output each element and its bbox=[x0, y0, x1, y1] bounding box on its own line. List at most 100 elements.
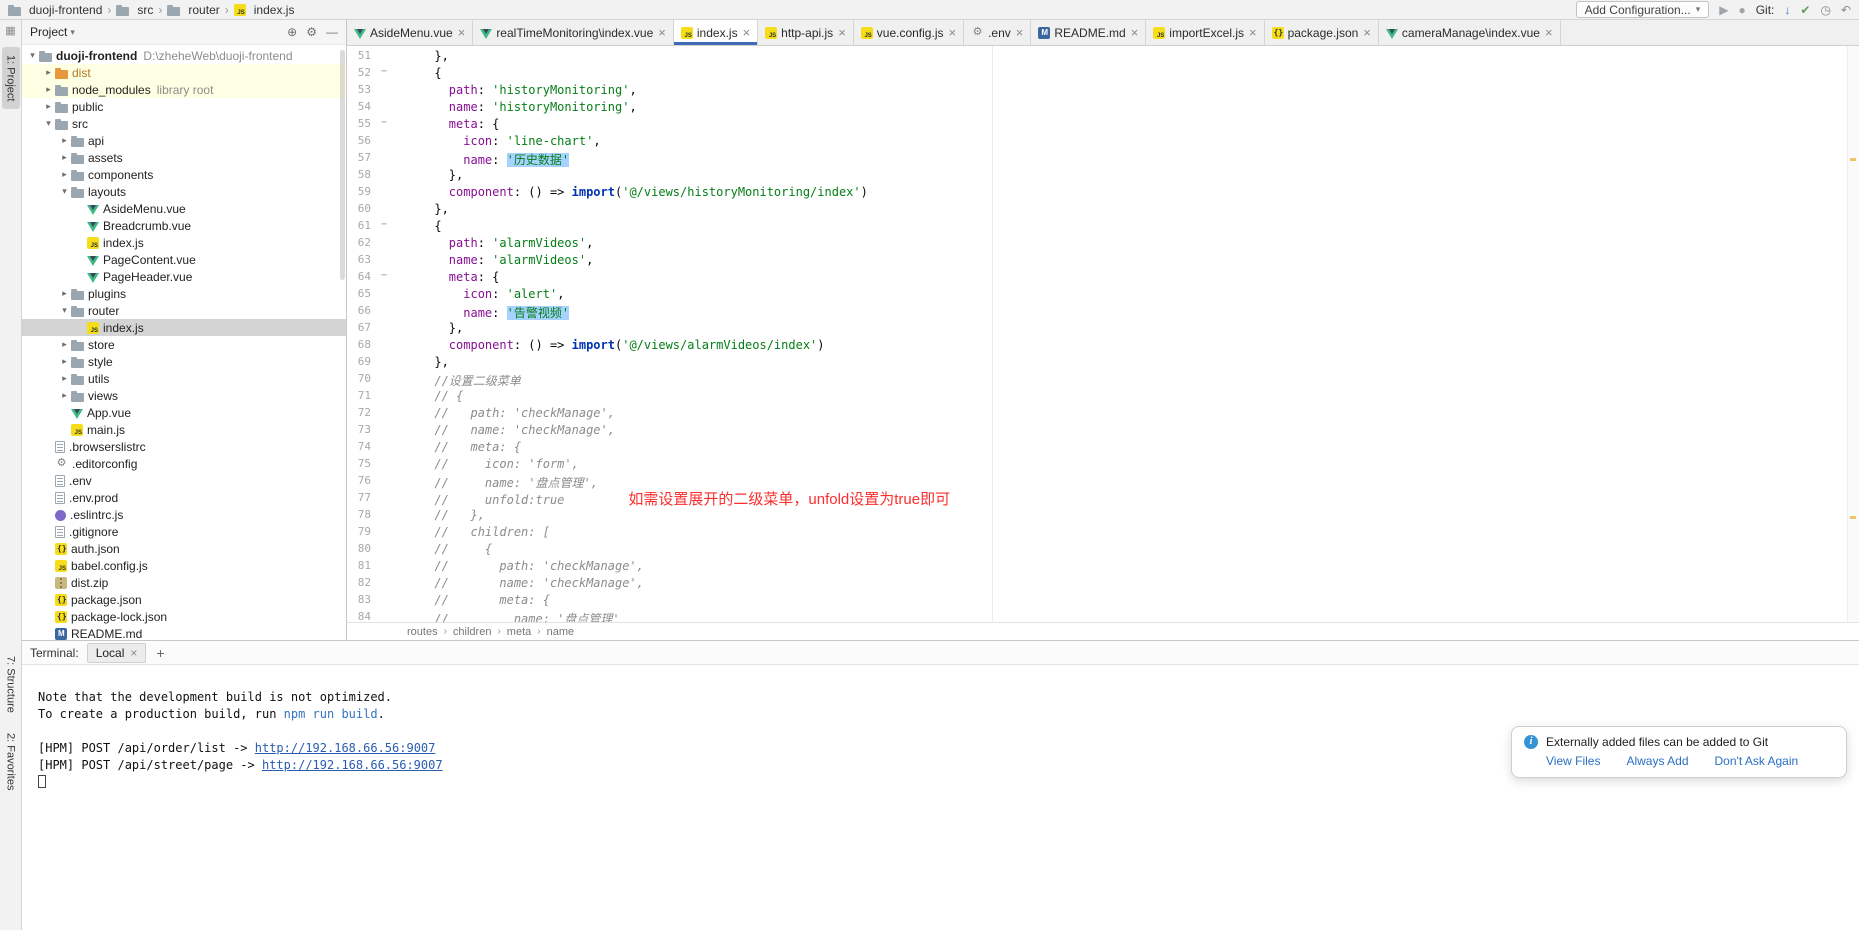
rollback-icon[interactable]: ↶ bbox=[1841, 4, 1851, 16]
close-tab-icon[interactable]: × bbox=[1249, 26, 1257, 39]
run-icon[interactable]: ▶ bbox=[1719, 4, 1728, 16]
tree-item-src[interactable]: ▾src bbox=[22, 115, 346, 132]
tree-item-dist[interactable]: ▸dist bbox=[22, 64, 346, 81]
editor-breadcrumb-children[interactable]: children bbox=[453, 626, 492, 638]
notification-action-view-files[interactable]: View Files bbox=[1546, 754, 1600, 768]
tree-item-style[interactable]: ▸style bbox=[22, 353, 346, 370]
breadcrumb-item-router[interactable]: router bbox=[167, 3, 219, 17]
fold-marker-icon[interactable]: − bbox=[377, 66, 391, 83]
chevron-right-icon[interactable]: ▸ bbox=[42, 84, 55, 95]
chevron-right-icon[interactable]: ▸ bbox=[58, 373, 71, 384]
chevron-down-icon[interactable]: ▾ bbox=[58, 305, 71, 316]
chevron-right-icon[interactable]: ▸ bbox=[58, 356, 71, 367]
tree-item-public[interactable]: ▸public bbox=[22, 98, 346, 115]
tool-window-favorites-button[interactable]: 2: Favorites bbox=[2, 725, 20, 798]
fold-marker-icon[interactable]: − bbox=[377, 117, 391, 134]
close-tab-icon[interactable]: × bbox=[1545, 26, 1553, 39]
tab-realtimemonitoring-index-vue[interactable]: realTimeMonitoring\index.vue× bbox=[473, 20, 674, 45]
tree-item-plugins[interactable]: ▸plugins bbox=[22, 285, 346, 302]
close-tab-icon[interactable]: × bbox=[948, 26, 956, 39]
close-tab-icon[interactable]: × bbox=[838, 26, 846, 39]
tab-vue-config-js[interactable]: vue.config.js× bbox=[854, 20, 964, 45]
tool-window-switcher-icon[interactable]: ▦ bbox=[5, 24, 15, 37]
terminal-link[interactable]: http://192.168.66.56:9007 bbox=[262, 758, 443, 772]
tree-item-index-js[interactable]: index.js bbox=[22, 234, 346, 251]
chevron-right-icon[interactable]: ▸ bbox=[58, 339, 71, 350]
breadcrumb-item-src[interactable]: src bbox=[116, 3, 153, 17]
project-view-selector[interactable]: Project ▾ bbox=[30, 25, 75, 39]
notification-action-always-add[interactable]: Always Add bbox=[1626, 754, 1688, 768]
close-tab-icon[interactable]: × bbox=[458, 26, 466, 39]
tree-item-asidemenu-vue[interactable]: AsideMenu.vue bbox=[22, 200, 346, 217]
tree-item-store[interactable]: ▸store bbox=[22, 336, 346, 353]
chevron-right-icon[interactable]: ▸ bbox=[58, 390, 71, 401]
chevron-right-icon[interactable]: ▸ bbox=[58, 169, 71, 180]
terminal-link[interactable]: http://192.168.66.56:9007 bbox=[255, 741, 436, 755]
tab-readme-md[interactable]: README.md× bbox=[1031, 20, 1146, 45]
chevron-right-icon[interactable]: ▸ bbox=[58, 288, 71, 299]
tool-window-project-button[interactable]: 1: Project bbox=[2, 47, 20, 109]
breadcrumb-item-duoji-frontend[interactable]: duoji-frontend bbox=[8, 3, 102, 17]
tree-item-layouts[interactable]: ▾layouts bbox=[22, 183, 346, 200]
breadcrumb-item-index-js[interactable]: index.js bbox=[234, 3, 295, 17]
tree-item-babel-config-js[interactable]: babel.config.js bbox=[22, 557, 346, 574]
tree-item-main-js[interactable]: main.js bbox=[22, 421, 346, 438]
tab-asidemenu-vue[interactable]: AsideMenu.vue× bbox=[347, 20, 473, 45]
tree-item-node-modules[interactable]: ▸node_moduleslibrary root bbox=[22, 81, 346, 98]
tree-item-api[interactable]: ▸api bbox=[22, 132, 346, 149]
tree-item-views[interactable]: ▸views bbox=[22, 387, 346, 404]
tree-item-assets[interactable]: ▸assets bbox=[22, 149, 346, 166]
tree-item-readme-md[interactable]: README.md bbox=[22, 625, 346, 640]
tree-item-router[interactable]: ▾router bbox=[22, 302, 346, 319]
tree-item-env[interactable]: .env bbox=[22, 472, 346, 489]
editor[interactable]: 51 },52− {53 path: 'historyMonitoring',5… bbox=[347, 46, 1859, 622]
close-tab-icon[interactable]: × bbox=[1016, 26, 1024, 39]
tree-item-gitignore[interactable]: .gitignore bbox=[22, 523, 346, 540]
tree-item-package-json[interactable]: package.json bbox=[22, 591, 346, 608]
chevron-right-icon[interactable]: ▸ bbox=[42, 101, 55, 112]
history-icon[interactable]: ◷ bbox=[1820, 4, 1830, 16]
tool-window-structure-button[interactable]: 7: Structure bbox=[2, 648, 20, 721]
locate-file-icon[interactable]: ⊕ bbox=[287, 25, 297, 39]
update-project-icon[interactable]: ↓ bbox=[1784, 4, 1790, 16]
close-tab-icon[interactable]: × bbox=[1131, 26, 1139, 39]
tab-importexcel-js[interactable]: importExcel.js× bbox=[1146, 20, 1264, 45]
tree-item-browserslistrc[interactable]: .browserslistrc bbox=[22, 438, 346, 455]
fold-marker-icon[interactable]: − bbox=[377, 219, 391, 236]
terminal-output[interactable]: Note that the development build is not o… bbox=[22, 665, 1859, 930]
close-tab-icon[interactable]: × bbox=[658, 26, 666, 39]
new-terminal-button[interactable]: + bbox=[156, 645, 164, 661]
tree-item-index-js[interactable]: index.js bbox=[22, 319, 346, 336]
chevron-right-icon[interactable]: ▸ bbox=[42, 67, 55, 78]
commit-icon[interactable]: ✔ bbox=[1800, 4, 1810, 16]
tab-http-api-js[interactable]: http-api.js× bbox=[758, 20, 854, 45]
chevron-down-icon[interactable]: ▾ bbox=[42, 118, 55, 129]
tree-item-app-vue[interactable]: App.vue bbox=[22, 404, 346, 421]
chevron-right-icon[interactable]: ▸ bbox=[58, 152, 71, 163]
chevron-down-icon[interactable]: ▾ bbox=[58, 186, 71, 197]
tab-index-js[interactable]: index.js× bbox=[674, 20, 758, 45]
tab-env[interactable]: .env× bbox=[964, 20, 1031, 45]
add-configuration-button[interactable]: Add Configuration... ▾ bbox=[1576, 1, 1710, 18]
tree-item-components[interactable]: ▸components bbox=[22, 166, 346, 183]
tree-item-package-lock-json[interactable]: package-lock.json bbox=[22, 608, 346, 625]
tree-item-duoji-frontend[interactable]: ▾duoji-frontendD:\zheheWeb\duoji-fronten… bbox=[22, 47, 346, 64]
chevron-right-icon[interactable]: ▸ bbox=[58, 135, 71, 146]
terminal-tab-local[interactable]: Local × bbox=[87, 643, 147, 663]
tree-item-editorconfig[interactable]: .editorconfig bbox=[22, 455, 346, 472]
tree-item-eslintrc-js[interactable]: .eslintrc.js bbox=[22, 506, 346, 523]
close-icon[interactable]: × bbox=[130, 647, 137, 659]
project-scrollbar[interactable] bbox=[340, 50, 345, 280]
tab-cameramanage-index-vue[interactable]: cameraManage\index.vue× bbox=[1379, 20, 1561, 45]
tree-item-breadcrumb-vue[interactable]: Breadcrumb.vue bbox=[22, 217, 346, 234]
tab-package-json[interactable]: package.json× bbox=[1265, 20, 1379, 45]
close-tab-icon[interactable]: × bbox=[743, 26, 751, 39]
settings-icon[interactable]: ⚙ bbox=[306, 25, 317, 39]
debug-icon[interactable]: ● bbox=[1738, 4, 1745, 16]
hide-panel-icon[interactable]: — bbox=[326, 25, 338, 39]
chevron-down-icon[interactable]: ▾ bbox=[26, 50, 39, 61]
editor-breadcrumb-name[interactable]: name bbox=[547, 626, 575, 638]
tree-item-pageheader-vue[interactable]: PageHeader.vue bbox=[22, 268, 346, 285]
fold-marker-icon[interactable]: − bbox=[377, 270, 391, 287]
tree-item-pagecontent-vue[interactable]: PageContent.vue bbox=[22, 251, 346, 268]
